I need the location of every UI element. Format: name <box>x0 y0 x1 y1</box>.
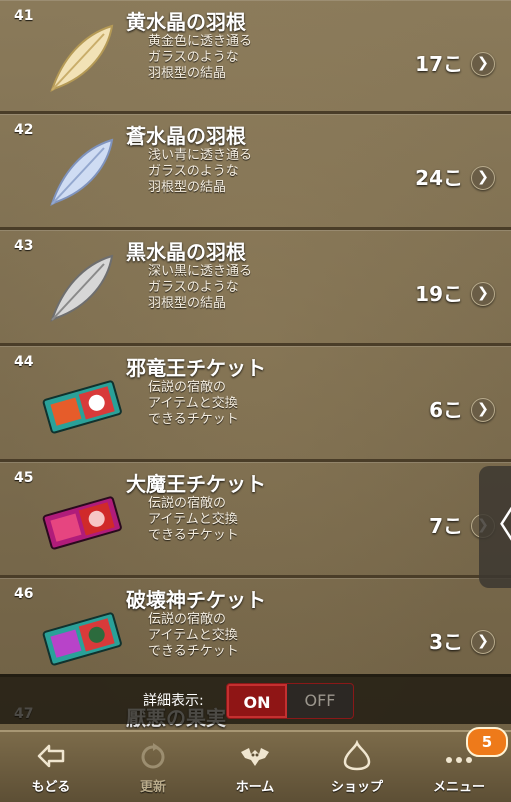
nav-home-button[interactable]: ホーム <box>204 732 306 802</box>
description-line: 伝説の宿敵の <box>148 496 227 511</box>
chevron-right-icon[interactable]: ❯ <box>471 52 495 76</box>
detail-toggle[interactable]: ON OFF <box>226 683 354 719</box>
item-description: 深い黒に透き通る ガラスのような 羽根型の結晶 <box>148 264 252 312</box>
nav-label: ショップ <box>330 780 383 795</box>
item-description: 伝説の宿敵の アイテムと交換 できるチケット <box>148 496 239 544</box>
bottom-nav: もどる 更新 ホーム ショップ メニュー <box>0 730 511 802</box>
side-drawer-tab[interactable]: 〈 <box>479 466 511 588</box>
list-item[interactable]: 45 大魔王チケット 伝説の宿敵の アイテムと交換 できるチケット 7こ ❯ <box>0 462 511 578</box>
dracky-bat-icon <box>241 748 269 766</box>
item-count: 24こ <box>415 166 463 190</box>
description-line: アイテムと交換 <box>148 396 238 411</box>
item-number: 42 <box>14 122 34 138</box>
item-description: 浅い青に透き通る ガラスのような 羽根型の結晶 <box>148 148 252 196</box>
ticket-icon <box>42 496 122 550</box>
item-count: 3こ <box>429 630 463 654</box>
back-arrow-icon <box>37 744 65 768</box>
list-item[interactable]: 44 邪竜王チケット 伝説の宿敵の アイテムと交換 できるチケット 6こ ❯ <box>0 346 511 462</box>
nav-back-button[interactable]: もどる <box>0 732 102 802</box>
chevron-right-icon[interactable]: ❯ <box>471 282 495 306</box>
nav-label: ホーム <box>235 780 275 795</box>
toggle-on-option[interactable]: ON <box>227 684 287 718</box>
description-line: 浅い青に透き通る <box>148 148 253 163</box>
nav-update-button[interactable]: 更新 <box>102 732 204 802</box>
item-title: 邪竜王チケット <box>126 356 266 380</box>
item-number: 44 <box>14 354 34 370</box>
description-line: 黄金色に透き通る <box>148 34 253 49</box>
description-line: ガラスのような <box>148 280 239 295</box>
description-line: できるチケット <box>148 528 239 543</box>
item-number: 45 <box>14 470 34 486</box>
item-title: 黄水晶の羽根 <box>126 10 246 34</box>
ticket-icon <box>42 612 122 666</box>
item-title: 黒水晶の羽根 <box>126 240 246 264</box>
blue-crystal-feather-icon <box>50 138 114 206</box>
description-line: できるチケット <box>148 412 239 427</box>
toggle-off-option[interactable]: OFF <box>287 684 353 718</box>
item-count: 7こ <box>429 514 463 538</box>
description-line: ガラスのような <box>148 164 239 179</box>
detail-toggle-bar: 詳細表示: ON OFF <box>0 674 511 724</box>
nav-shop-button[interactable]: ショップ <box>306 732 408 802</box>
nav-label: 更新 <box>139 780 166 795</box>
description-line: 羽根型の結晶 <box>148 296 227 311</box>
item-count: 17こ <box>415 52 463 76</box>
item-description: 伝説の宿敵の アイテムと交換 できるチケット <box>148 612 239 660</box>
list-item[interactable]: 41 黄水晶の羽根 黄金色に透き通る ガラスのような 羽根型の結晶 17こ ❯ <box>0 0 511 114</box>
list-item[interactable]: 46 破壊神チケット 伝説の宿敵の アイテムと交換 できるチケット 3こ ❯ <box>0 578 511 677</box>
description-line: 羽根型の結晶 <box>148 66 227 81</box>
description-line: アイテムと交換 <box>148 512 238 527</box>
nav-label: メニュー <box>432 780 485 795</box>
item-description: 黄金色に透き通る ガラスのような 羽根型の結晶 <box>148 34 252 82</box>
item-description: 伝説の宿敵の アイテムと交換 できるチケット <box>148 380 239 428</box>
description-line: できるチケット <box>148 644 239 659</box>
black-crystal-feather-icon <box>50 254 114 322</box>
item-title: 蒼水晶の羽根 <box>126 124 246 148</box>
yellow-crystal-feather-icon <box>50 24 114 92</box>
description-line: 伝説の宿敵の <box>148 612 227 627</box>
item-number: 46 <box>14 586 34 602</box>
item-number: 43 <box>14 238 34 254</box>
chevron-right-icon[interactable]: ❯ <box>471 630 495 654</box>
refresh-icon <box>141 743 165 769</box>
list-item[interactable]: 42 蒼水晶の羽根 浅い青に透き通る ガラスのような 羽根型の結晶 24こ ❯ <box>0 114 511 230</box>
item-title: 大魔王チケット <box>126 472 266 496</box>
description-line: アイテムと交換 <box>148 628 238 643</box>
ticket-icon <box>42 380 122 434</box>
chevron-right-icon[interactable]: ❯ <box>471 166 495 190</box>
description-line: ガラスのような <box>148 50 239 65</box>
detail-label: 詳細表示: <box>143 693 204 709</box>
description-line: 伝説の宿敵の <box>148 380 227 395</box>
item-count: 6こ <box>429 398 463 422</box>
menu-notification-badge: 5 <box>466 727 508 757</box>
nav-label: もどる <box>31 780 71 795</box>
chevron-right-icon[interactable]: ❯ <box>471 398 495 422</box>
description-line: 深い黒に透き通る <box>148 264 253 279</box>
item-count: 19こ <box>415 282 463 306</box>
item-title: 破壊神チケット <box>126 588 266 612</box>
item-number: 41 <box>14 8 34 24</box>
description-line: 羽根型の結晶 <box>148 180 227 195</box>
list-item[interactable]: 43 黒水晶の羽根 深い黒に透き通る ガラスのような 羽根型の結晶 19こ ❯ <box>0 230 511 346</box>
slime-icon <box>343 740 371 771</box>
chevron-left-icon: 〈 <box>479 505 511 546</box>
